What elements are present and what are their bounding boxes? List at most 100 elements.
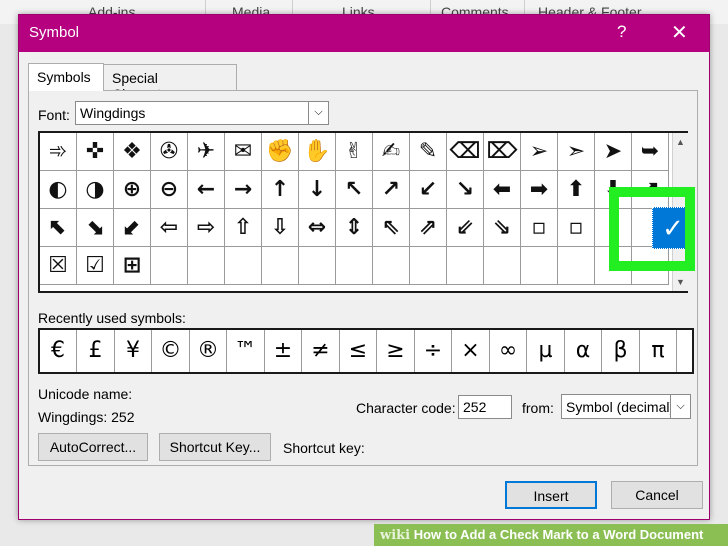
recent-symbol-cell[interactable]: ® [190,330,227,372]
symbol-cell[interactable]: ↘ [447,171,484,209]
symbol-cell[interactable]: ➥ [632,133,669,171]
symbol-cell[interactable]: ⬆ [558,171,595,209]
help-icon[interactable]: ? [617,22,626,42]
shortcut-key-button[interactable]: Shortcut Key... [159,433,271,461]
symbol-cell[interactable]: ✋ [299,133,336,171]
symbol-cell[interactable]: ▫ [521,209,558,247]
symbol-cell[interactable]: ↓ [299,171,336,209]
symbol-cell[interactable]: ✊ [262,133,299,171]
symbol-cell[interactable]: ◑ [77,171,114,209]
selection-highlight-box [609,187,695,271]
symbol-cell[interactable]: ⊞ [114,247,151,285]
symbol-cell[interactable] [484,247,521,285]
recent-symbol-cell[interactable]: ™ [228,330,265,372]
recent-symbol-cell[interactable]: € [40,330,77,372]
symbol-cell[interactable]: ↑ [262,171,299,209]
symbol-cell[interactable] [225,247,262,285]
symbol-cell[interactable]: ✎ [410,133,447,171]
character-code-input[interactable]: 252 [458,395,512,419]
watermark-brand: wiki [380,528,411,543]
symbol-cell[interactable]: ⬋ [114,209,151,247]
symbol-cell[interactable]: ⊕ [114,171,151,209]
symbol-cell[interactable]: ⇗ [410,209,447,247]
tab-symbols[interactable]: Symbols [28,63,104,91]
symbol-cell[interactable]: ⇦ [151,209,188,247]
symbol-cell[interactable] [262,247,299,285]
recent-symbol-cell[interactable]: ≤ [340,330,377,372]
symbol-cell[interactable]: ⇕ [336,209,373,247]
symbol-cell[interactable]: ✉ [225,133,262,171]
symbol-cell[interactable] [188,247,225,285]
recent-symbol-cell[interactable]: ± [265,330,302,372]
recent-symbol-cell[interactable]: ∞ [490,330,527,372]
symbol-cell[interactable]: ↖ [336,171,373,209]
symbol-cell[interactable] [151,247,188,285]
chevron-down-icon[interactable]: ⌵ [308,102,328,124]
symbol-cell[interactable]: ⌫ [447,133,484,171]
recent-symbol-cell[interactable]: ¥ [115,330,152,372]
symbol-cell[interactable]: ⇧ [225,209,262,247]
recent-symbol-cell[interactable]: © [153,330,190,372]
recent-symbol-cell[interactable]: ÷ [415,330,452,372]
symbol-cell[interactable] [447,247,484,285]
cancel-button[interactable]: Cancel [611,481,703,509]
recent-symbol-cell[interactable]: α [565,330,602,372]
symbol-cell[interactable]: ⇖ [373,209,410,247]
symbol-cell[interactable]: ➡ [521,171,558,209]
dialog-titlebar[interactable]: Symbol ? ✕ [19,15,709,52]
symbol-cell[interactable]: → [225,171,262,209]
symbol-cell[interactable]: ← [188,171,225,209]
font-label: Font: [38,107,70,123]
recent-symbol-cell[interactable]: £ [78,330,115,372]
symbol-grid: ⊞ ☑ ☒ ▫ ▫ ⇘ ⇙ ⇗ ⇖ ⇕ ⇔ ⇩ ⇧ ⇨ ⇦ ⬋ ⬊ ⬉ ⬈ ⬇ ⬆ ➡ ⬅ ↘ ↙ ↗ ↖ ↓ ↑ → ← ⊖ ⊕ ◑ ◐ ➥ ➤ ➣ ➢ ⌦… [38,131,694,293]
scroll-down-icon[interactable]: ▼ [676,277,685,287]
symbol-cell[interactable]: ➾ [40,133,77,171]
symbol-cell[interactable]: ☒ [40,247,77,285]
symbol-cell[interactable]: ❖ [114,133,151,171]
symbol-cell[interactable] [521,247,558,285]
recent-symbol-cell[interactable]: µ [528,330,565,372]
symbol-cell[interactable]: ▫ [558,209,595,247]
recent-symbol-cell[interactable]: ≥ [378,330,415,372]
scroll-up-icon[interactable]: ▲ [676,137,685,147]
symbol-cell[interactable]: ↙ [410,171,447,209]
recent-symbol-cell[interactable]: ≠ [303,330,340,372]
symbol-cell[interactable]: ➣ [558,133,595,171]
watermark-banner: wiki How to Add a Check Mark to a Word D… [374,524,728,546]
chevron-down-icon[interactable]: ⌵ [670,395,690,418]
from-select[interactable]: Symbol (decimal) ⌵ [561,394,691,419]
symbol-cell[interactable]: ✍ [373,133,410,171]
recent-symbol-cell[interactable]: β [603,330,640,372]
recent-symbol-cell[interactable]: × [453,330,490,372]
recent-symbol-cell[interactable]: π [640,330,677,372]
symbol-cell[interactable]: ✌ [336,133,373,171]
autocorrect-button[interactable]: AutoCorrect... [38,433,148,461]
symbol-cell[interactable]: ⇨ [188,209,225,247]
symbol-cell[interactable]: ⌦ [484,133,521,171]
symbol-cell[interactable]: ↗ [373,171,410,209]
symbol-cell[interactable] [558,247,595,285]
symbol-cell[interactable] [373,247,410,285]
tab-special-characters[interactable]: Special Characters [103,64,237,102]
symbol-cell[interactable]: ⇔ [299,209,336,247]
symbol-cell[interactable]: ⬉ [40,209,77,247]
symbol-cell[interactable]: ⬊ [77,209,114,247]
symbol-cell[interactable]: ✜ [77,133,114,171]
symbol-cell[interactable]: ➢ [521,133,558,171]
font-select[interactable]: Wingdings ⌵ [75,101,329,125]
symbol-cell[interactable]: ⊖ [151,171,188,209]
symbol-cell[interactable]: ⇩ [262,209,299,247]
symbol-cell[interactable]: ☑ [77,247,114,285]
symbol-cell[interactable]: ⇙ [447,209,484,247]
symbol-cell[interactable]: ➤ [595,133,632,171]
close-icon[interactable]: ✕ [671,20,688,45]
symbol-cell[interactable]: ✇ [151,133,188,171]
symbol-cell[interactable]: ◐ [40,171,77,209]
symbol-cell[interactable] [410,247,447,285]
symbol-cell[interactable]: ⬅ [484,171,521,209]
symbol-cell[interactable] [299,247,336,285]
symbol-cell[interactable]: ⇘ [484,209,521,247]
insert-button[interactable]: Insert [505,481,597,509]
symbol-cell[interactable]: ✈ [188,133,225,171]
symbol-cell[interactable] [336,247,373,285]
